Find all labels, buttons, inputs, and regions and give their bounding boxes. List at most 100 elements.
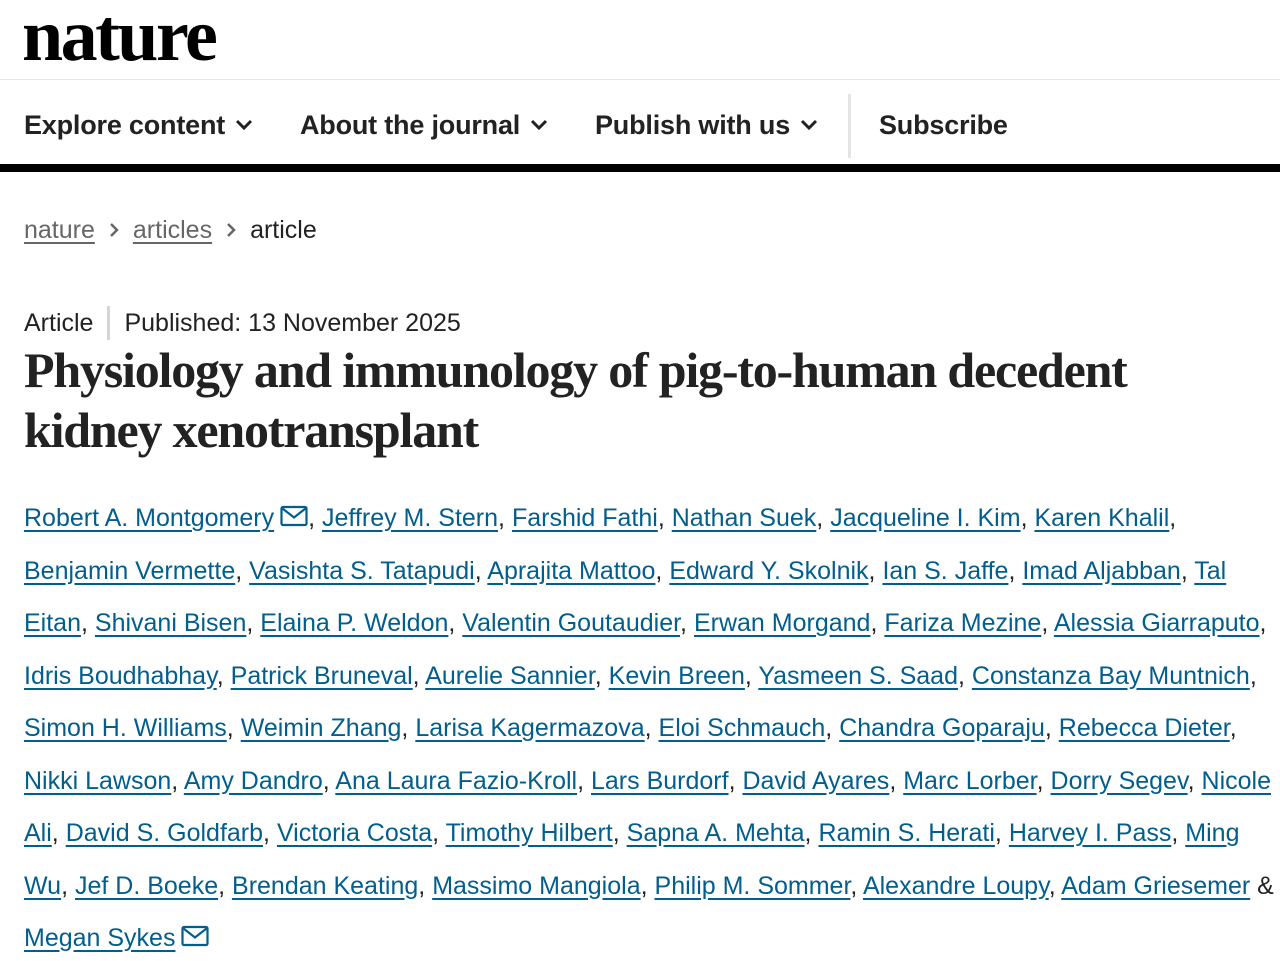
author-separator: , <box>246 609 254 637</box>
author-link[interactable]: Alexandre Loupy <box>863 872 1049 900</box>
author-link[interactable]: Elaina P. Weldon <box>260 609 448 637</box>
nav-explore-content[interactable]: Explore content <box>24 80 253 170</box>
author-separator: , <box>1180 556 1188 585</box>
author-separator: , <box>1041 609 1049 637</box>
author-item: Shivani Bisen <box>95 609 246 637</box>
author-item: Constanza Bay Muntnich <box>972 662 1250 690</box>
breadcrumb: nature articles article <box>24 212 317 248</box>
author-separator: , <box>958 661 965 690</box>
author-link[interactable]: Farshid Fathi <box>512 504 658 532</box>
author-separator: , <box>868 556 876 585</box>
author-link[interactable]: Amy Dandro <box>184 767 323 795</box>
mail-icon[interactable] <box>181 925 210 947</box>
mail-icon[interactable] <box>280 505 308 527</box>
author-separator: , <box>448 609 456 637</box>
chevron-right-icon <box>109 222 119 238</box>
author-link[interactable]: Timothy Hilbert <box>446 819 613 847</box>
author-item: Kevin Breen <box>609 662 745 690</box>
article-title: Physiology and immunology of pig-to-huma… <box>24 342 1128 458</box>
author-link[interactable]: Jacqueline I. Kim <box>830 504 1020 532</box>
author-link[interactable]: Imad Aljabban <box>1022 557 1180 585</box>
author-link[interactable]: Harvey I. Pass <box>1009 819 1172 847</box>
author-link[interactable]: Brendan Keating <box>232 872 418 900</box>
author-link[interactable]: Robert A. Montgomery <box>24 504 274 532</box>
author-separator: , <box>1020 504 1028 532</box>
author-link[interactable]: Patrick Bruneval <box>231 662 413 690</box>
author-link[interactable]: Adam Griesemer <box>1061 872 1250 900</box>
breadcrumb-nature[interactable]: nature <box>24 216 95 245</box>
author-link[interactable]: Shivani Bisen <box>95 609 246 637</box>
author-link[interactable]: Fariza Mezine <box>884 609 1041 637</box>
author-separator: , <box>594 661 602 690</box>
author-link[interactable]: Idris Boudhabhay <box>24 662 217 690</box>
nav-item-label: Publish with us <box>595 109 791 140</box>
author-separator: , <box>218 871 226 900</box>
author-link[interactable]: Edward Y. Skolnik <box>669 557 868 585</box>
author-link[interactable]: Ian S. Jaffe <box>882 557 1008 585</box>
author-link[interactable]: Megan Sykes <box>24 924 175 952</box>
author-item: Weimin Zhang <box>241 714 402 742</box>
author-item: Eloi Schmauch <box>659 714 826 742</box>
author-separator: , <box>308 504 316 532</box>
author-link[interactable]: Valentin Goutaudier <box>462 609 680 637</box>
author-link[interactable]: Victoria Costa <box>277 819 432 847</box>
author-item: Megan Sykes <box>24 924 210 952</box>
author-link[interactable]: Rebecca Dieter <box>1059 714 1230 742</box>
author-item: Robert A. Montgomery <box>24 504 308 532</box>
author-link[interactable]: Benjamin Vermette <box>24 557 235 585</box>
author-separator: , <box>1229 714 1237 742</box>
author-link[interactable]: Karen Khalil <box>1034 504 1169 532</box>
author-link[interactable]: Jef D. Boeke <box>75 872 218 900</box>
author-separator: , <box>171 766 179 795</box>
author-link[interactable]: Alessia Giarraputo <box>1054 609 1260 637</box>
author-link[interactable]: Lars Burdorf <box>591 767 729 795</box>
author-link[interactable]: Marc Lorber <box>903 767 1036 795</box>
author-link[interactable]: Jeffrey M. Stern <box>322 504 498 532</box>
author-item: Edward Y. Skolnik <box>669 557 868 585</box>
author-list: Robert A. Montgomery, Jeffrey M. Stern, … <box>24 492 1274 961</box>
author-item: Adam Griesemer <box>1061 872 1250 900</box>
author-item: Elaina P. Weldon <box>260 609 448 637</box>
author-link[interactable]: Massimo Mangiola <box>432 872 640 900</box>
author-link[interactable]: Chandra Goparaju <box>839 714 1045 742</box>
author-link[interactable]: Aprajita Mattoo <box>487 557 655 585</box>
author-separator: , <box>418 871 426 900</box>
author-link[interactable]: Ramin S. Herati <box>818 819 994 847</box>
author-item: Dorry Segev <box>1051 767 1188 795</box>
author-link[interactable]: Ana Laura Fazio-Kroll <box>335 767 577 795</box>
nav-publish-with-us[interactable]: Publish with us <box>595 80 818 170</box>
author-link[interactable]: Yasmeen S. Saad <box>758 662 958 690</box>
author-separator: , <box>1008 556 1016 585</box>
author-link[interactable]: Larisa Kagermazova <box>415 714 644 742</box>
author-link[interactable]: Kevin Breen <box>609 662 745 690</box>
author-link[interactable]: Nikki Lawson <box>24 767 171 795</box>
author-link[interactable]: David S. Goldfarb <box>66 819 263 847</box>
author-item: Farshid Fathi <box>512 504 658 532</box>
author-link[interactable]: Simon H. Williams <box>24 714 227 742</box>
author-item: Timothy Hilbert <box>446 819 613 847</box>
author-link[interactable]: Vasishta S. Tatapudi <box>249 557 475 585</box>
subscribe-link[interactable]: Subscribe <box>879 80 1008 170</box>
author-link[interactable]: David Ayares <box>742 767 889 795</box>
author-link[interactable]: Dorry Segev <box>1051 767 1188 795</box>
author-item: Nathan Suek <box>672 504 817 532</box>
author-separator: , <box>474 556 482 585</box>
author-link[interactable]: Aurelie Sannier <box>425 662 595 690</box>
author-link[interactable]: Philip M. Sommer <box>655 872 851 900</box>
author-separator: , <box>825 714 833 742</box>
author-item: Alessia Giarraputo <box>1054 609 1260 637</box>
author-link[interactable]: Weimin Zhang <box>241 714 402 742</box>
author-separator: , <box>644 714 652 742</box>
author-link[interactable]: Sapna A. Mehta <box>627 819 805 847</box>
nav-about-the-journal[interactable]: About the journal <box>300 80 548 170</box>
author-link[interactable]: Eloi Schmauch <box>659 714 826 742</box>
author-item: Ana Laura Fazio-Kroll <box>335 767 577 795</box>
author-link[interactable]: Nathan Suek <box>672 504 817 532</box>
nature-logo[interactable]: nature <box>22 0 218 76</box>
author-link[interactable]: Erwan Morgand <box>694 609 870 637</box>
breadcrumb-articles[interactable]: articles <box>133 216 212 245</box>
author-link[interactable]: Constanza Bay Muntnich <box>972 662 1250 690</box>
author-item: Rebecca Dieter <box>1059 714 1230 742</box>
article-meta: Article Published: 13 November 2025 <box>24 304 461 342</box>
published-date: Published: 13 November 2025 <box>124 308 461 337</box>
